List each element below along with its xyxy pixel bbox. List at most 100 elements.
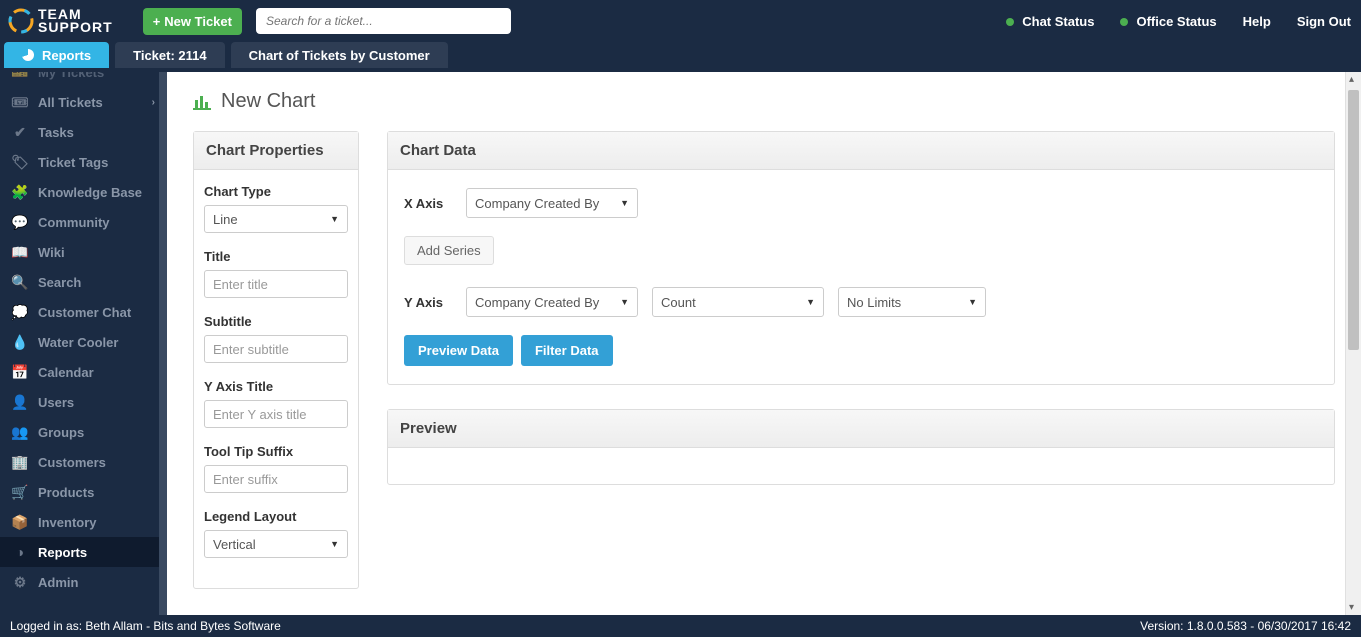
sidebar-item-label: Tasks xyxy=(38,125,74,140)
sidebar-item-ticket-tags[interactable]: 🏷 Ticket Tags xyxy=(0,147,167,177)
yaxis-limit-select[interactable]: No Limits▼ xyxy=(838,287,986,317)
pie-icon xyxy=(22,49,34,61)
office-status[interactable]: Office Status xyxy=(1120,14,1216,29)
tab-ticket[interactable]: Ticket: 2114 xyxy=(115,42,224,68)
bubble-icon: 💭 xyxy=(12,304,28,320)
sidebar-item-label: Products xyxy=(38,485,94,500)
sidebar-item-label: Knowledge Base xyxy=(38,185,142,200)
chevron-down-icon: ▼ xyxy=(330,539,339,549)
bar-chart-icon xyxy=(193,94,211,110)
sidebar-item-knowledge-base[interactable]: 🧩 Knowledge Base xyxy=(0,177,167,207)
tag-icon: 🏷 xyxy=(12,154,28,170)
puzzle-icon: 🧩 xyxy=(12,184,28,200)
logo[interactable]: TEAM SUPPORT xyxy=(8,8,113,34)
logo-text: TEAM SUPPORT xyxy=(38,8,113,33)
tab-chart[interactable]: Chart of Tickets by Customer xyxy=(231,42,448,68)
sidebar-item-label: Users xyxy=(38,395,74,410)
sidebar-item-label: Water Cooler xyxy=(38,335,118,350)
chart-type-select[interactable]: Line▼ xyxy=(204,205,348,233)
footer-version: Version: 1.8.0.0.583 - 06/30/2017 16:42 xyxy=(1140,619,1351,633)
cal-icon: 📅 xyxy=(12,364,28,380)
sidebar-item-label: Community xyxy=(38,215,110,230)
chart-type-label: Chart Type xyxy=(204,184,348,199)
sidebar-item-label: Reports xyxy=(38,545,87,560)
new-ticket-button[interactable]: + New Ticket xyxy=(143,8,242,35)
gear-icon: ⚙ xyxy=(12,574,28,590)
drop-icon: 💧 xyxy=(12,334,28,350)
sidebar-item-products[interactable]: 🛒Products xyxy=(0,477,167,507)
content-scrollbar[interactable]: ▴ ▾ xyxy=(1345,72,1361,615)
sidebar-item-customers[interactable]: 🏢Customers xyxy=(0,447,167,477)
user-icon: 👤 xyxy=(12,394,28,410)
sidebar: 🎫 My Tickets 🎟 All Tickets › ✔ Tasks 🏷 Ticket Ta… xyxy=(0,72,167,615)
tab-reports[interactable]: Reports xyxy=(4,42,109,68)
chevron-down-icon: ▼ xyxy=(806,297,815,307)
subtitle-input[interactable] xyxy=(204,335,348,363)
sidebar-item-tasks[interactable]: ✔ Tasks xyxy=(0,117,167,147)
tooltip-suffix-input[interactable] xyxy=(204,465,348,493)
filter-data-button[interactable]: Filter Data xyxy=(521,335,613,366)
chat-status[interactable]: Chat Status xyxy=(1006,14,1094,29)
sidebar-item-label: Customers xyxy=(38,455,106,470)
sidebar-item-label: My Tickets xyxy=(38,72,104,80)
chevron-down-icon: ▼ xyxy=(620,198,629,208)
tickets-icon: 🎟 xyxy=(12,94,28,110)
sidebar-item-label: Customer Chat xyxy=(38,305,131,320)
sidebar-item-label: Ticket Tags xyxy=(38,155,108,170)
preview-data-button[interactable]: Preview Data xyxy=(404,335,513,366)
scroll-thumb[interactable] xyxy=(1348,90,1359,350)
topbar: TEAM SUPPORT + New Ticket Chat Status Of… xyxy=(0,0,1361,42)
sidebar-item-groups[interactable]: 👥Groups xyxy=(0,417,167,447)
scroll-down-icon[interactable]: ▾ xyxy=(1349,602,1354,613)
help-link[interactable]: Help xyxy=(1243,14,1271,29)
title-label: Title xyxy=(204,249,348,264)
subtitle-label: Subtitle xyxy=(204,314,348,329)
chevron-down-icon: ▼ xyxy=(620,297,629,307)
add-series-button[interactable]: Add Series xyxy=(404,236,494,265)
sidebar-item-search[interactable]: 🔍Search xyxy=(0,267,167,297)
footer: Logged in as: Beth Allam - Bits and Byte… xyxy=(0,615,1361,637)
xaxis-field-select[interactable]: Company Created By▼ xyxy=(466,188,638,218)
tooltip-suffix-label: Tool Tip Suffix xyxy=(204,444,348,459)
main: 🎫 My Tickets 🎟 All Tickets › ✔ Tasks 🏷 Ticket Ta… xyxy=(0,72,1361,615)
yaxis-agg-select[interactable]: Count▼ xyxy=(652,287,824,317)
sidebar-item-all-tickets[interactable]: 🎟 All Tickets › xyxy=(0,87,167,117)
xaxis-label: X Axis xyxy=(404,196,452,211)
group-icon: 👥 xyxy=(12,424,28,440)
page-title-row: New Chart xyxy=(193,90,1335,113)
chevron-down-icon: ▼ xyxy=(330,214,339,224)
scroll-up-icon[interactable]: ▴ xyxy=(1349,74,1354,85)
sidebar-item-inventory[interactable]: 📦 Inventory xyxy=(0,507,167,537)
check-icon: ✔ xyxy=(12,124,28,140)
sidebar-item-label: All Tickets xyxy=(38,95,103,110)
title-input[interactable] xyxy=(204,270,348,298)
legend-layout-select[interactable]: Vertical▼ xyxy=(204,530,348,558)
sidebar-item-my-tickets[interactable]: 🎫 My Tickets xyxy=(0,72,167,87)
status-dot-icon xyxy=(1120,18,1128,26)
sidebar-item-wiki[interactable]: 📖Wiki xyxy=(0,237,167,267)
box-icon: 📦 xyxy=(12,514,28,530)
sidebar-item-label: Inventory xyxy=(38,515,97,530)
chart-data-header: Chart Data xyxy=(388,132,1334,170)
sidebar-item-community[interactable]: 💬Community xyxy=(0,207,167,237)
sidebar-scrollbar[interactable] xyxy=(159,72,167,615)
yaxis-field-select[interactable]: Company Created By▼ xyxy=(466,287,638,317)
sidebar-item-admin[interactable]: ⚙ Admin xyxy=(0,567,167,597)
sign-out-link[interactable]: Sign Out xyxy=(1297,14,1351,29)
ticket-icon: 🎫 xyxy=(12,72,28,80)
sidebar-item-customer-chat[interactable]: 💭 Customer Chat xyxy=(0,297,167,327)
sidebar-item-calendar[interactable]: 📅Calendar xyxy=(0,357,167,387)
sidebar-item-label: Admin xyxy=(38,575,78,590)
chevron-right-icon: › xyxy=(152,97,155,108)
yaxis-title-input[interactable] xyxy=(204,400,348,428)
plus-icon: + xyxy=(153,14,161,29)
chart-properties-header: Chart Properties xyxy=(194,132,358,170)
preview-header: Preview xyxy=(388,410,1334,448)
chevron-down-icon: ▼ xyxy=(968,297,977,307)
content: New Chart Chart Properties Chart Type Li… xyxy=(167,72,1361,615)
sidebar-item-users[interactable]: 👤 Users xyxy=(0,387,167,417)
search-input[interactable] xyxy=(256,8,511,34)
sidebar-item-reports[interactable]: ◑Reports xyxy=(0,537,167,567)
sidebar-item-water-cooler[interactable]: 💧 Water Cooler xyxy=(0,327,167,357)
page-title: New Chart xyxy=(221,90,315,113)
